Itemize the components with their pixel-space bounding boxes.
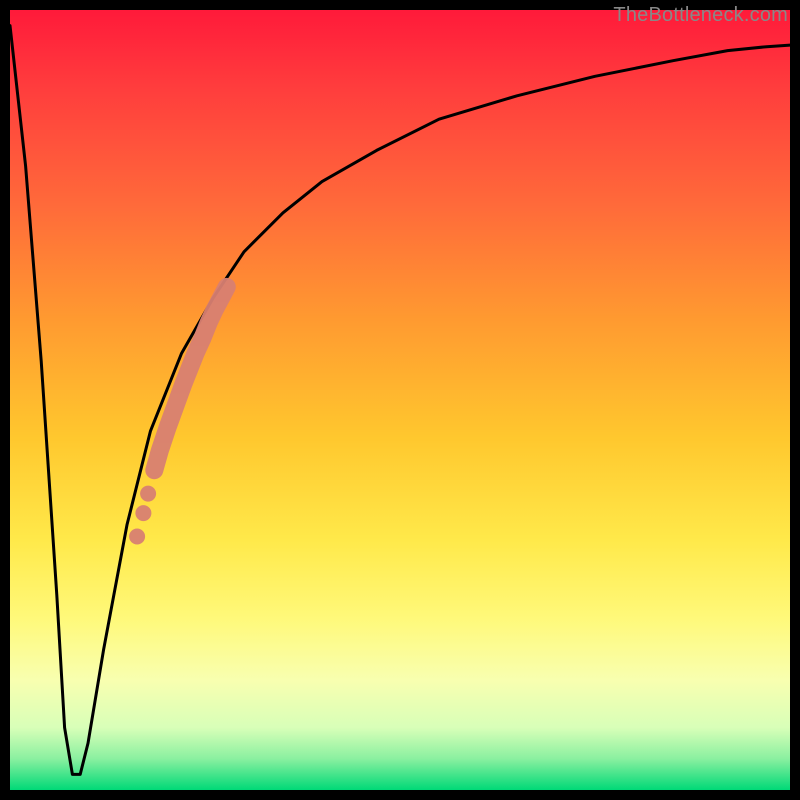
chart-svg [10, 10, 790, 790]
marker-dots [129, 287, 227, 545]
watermark-text: TheBottleneck.com [613, 4, 788, 27]
chart-plot-area [10, 10, 790, 790]
bottleneck-curve [10, 26, 790, 775]
